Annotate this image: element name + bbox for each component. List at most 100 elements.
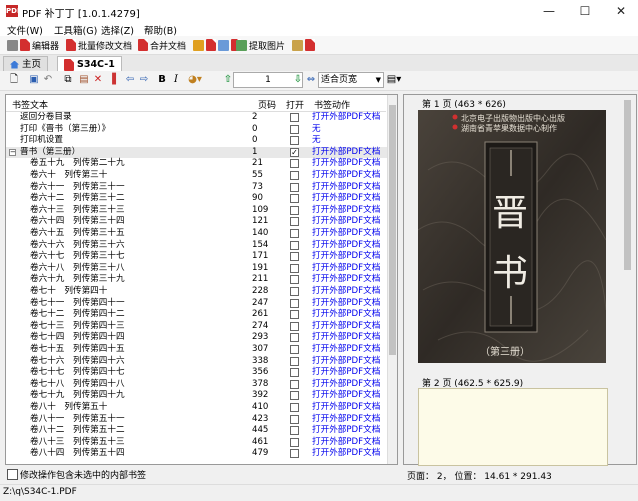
arrow-down-icon[interactable]: ⇩: [292, 73, 304, 86]
vertical-scrollbar[interactable]: [387, 95, 397, 464]
bookmark-page[interactable]: 261: [252, 309, 268, 321]
bookmark-page[interactable]: 293: [252, 332, 268, 344]
bookmark-action[interactable]: 打开外部PDF文档: [312, 379, 380, 391]
maximize-icon[interactable]: ☐: [568, 0, 602, 22]
bookmark-open-checkbox[interactable]: [290, 217, 299, 227]
bookmark-page[interactable]: 73: [252, 182, 263, 194]
bookmark-text[interactable]: 卷八十四 列传第五十四: [30, 448, 125, 460]
zoom-select[interactable]: 适合页宽 ▼: [318, 72, 384, 88]
bookmark-page[interactable]: 445: [252, 425, 268, 437]
bookmark-open-checkbox[interactable]: ✓: [290, 147, 299, 157]
bookmark-action[interactable]: 打开外部PDF文档: [312, 182, 380, 194]
bookmark-open-checkbox[interactable]: [290, 205, 299, 215]
bookmark-open-checkbox[interactable]: [290, 403, 299, 412]
bookmark-row[interactable]: 卷七十五 列传第四十五 307 打开外部PDF文档: [6, 344, 388, 356]
minimize-icon[interactable]: —: [532, 0, 566, 22]
bookmark-text[interactable]: 卷七十八 列传第四十八: [30, 379, 125, 391]
bookmark-text[interactable]: 卷八十三 列传第五十三: [30, 437, 125, 449]
arrow-left-icon[interactable]: ⇦: [124, 73, 136, 86]
bookmark-row[interactable]: 卷八十四 列传第五十四 479 打开外部PDF文档: [6, 448, 388, 460]
bookmark-page[interactable]: 392: [252, 390, 268, 402]
bookmark-action[interactable]: 打开外部PDF文档: [312, 298, 380, 310]
bookmark-row[interactable]: 打印机设置 0 无: [6, 135, 388, 147]
bookmark-open-checkbox[interactable]: [290, 287, 299, 296]
tab-home[interactable]: 主页: [3, 56, 49, 72]
bookmark-text[interactable]: 卷七十 列传第四十: [30, 286, 107, 298]
bookmark-page[interactable]: 1: [252, 147, 257, 159]
new-document-icon[interactable]: 🗋: [8, 73, 20, 86]
bookmark-open-checkbox[interactable]: [290, 263, 299, 273]
bookmark-open-checkbox[interactable]: [290, 368, 299, 378]
copy-icon[interactable]: ⧉: [62, 73, 74, 86]
bookmark-action[interactable]: 打开外部PDF文档: [312, 356, 380, 368]
bookmark-row[interactable]: 卷六十七 列传第三十七 171 打开外部PDF文档: [6, 251, 388, 263]
color-picker-icon[interactable]: ◕▾: [184, 73, 206, 86]
bookmark-row[interactable]: 卷六十八 列传第三十八 191 打开外部PDF文档: [6, 263, 388, 275]
bookmark-text[interactable]: 卷六十八 列传第三十八: [30, 263, 125, 275]
bookmark-open-checkbox[interactable]: [290, 345, 299, 354]
bookmark-text[interactable]: 打印机设置: [20, 135, 63, 147]
bookmark-text[interactable]: 卷七十四 列传第四十四: [30, 332, 125, 344]
bookmark-action[interactable]: 打开外部PDF文档: [312, 402, 380, 414]
bookmark-page[interactable]: 461: [252, 437, 268, 449]
bookmark-page[interactable]: 171: [252, 251, 268, 263]
bookmark-text[interactable]: 卷六十三 列传第三十三: [30, 205, 125, 217]
bookmark-row[interactable]: 卷六十六 列传第三十六 154 打开外部PDF文档: [6, 240, 388, 252]
bookmark-action[interactable]: 打开外部PDF文档: [312, 216, 380, 228]
editor-button[interactable]: 编辑器: [7, 38, 59, 52]
bookmark-open-checkbox[interactable]: [290, 321, 299, 331]
bookmark-page[interactable]: 140: [252, 228, 268, 240]
delete-icon[interactable]: ✕: [92, 73, 104, 86]
pdf-icon[interactable]: [206, 39, 216, 51]
bookmark-open-checkbox[interactable]: [290, 194, 299, 204]
bookmark-page[interactable]: 90: [252, 193, 263, 205]
batch-modify-button[interactable]: 批量修改文档: [66, 38, 132, 52]
bookmark-row[interactable]: 卷六十四 列传第三十四 121 打开外部PDF文档: [6, 216, 388, 228]
paste-icon[interactable]: ▤: [78, 73, 90, 86]
bookmark-open-checkbox[interactable]: [290, 379, 299, 389]
bookmark-text[interactable]: 卷六十一 列传第三十一: [30, 182, 125, 194]
bookmark-page[interactable]: 247: [252, 298, 268, 310]
bookmark-text[interactable]: 打印《晋书（第三册）》: [20, 124, 110, 136]
bookmark-page[interactable]: 211: [252, 274, 268, 286]
bookmark-page[interactable]: 338: [252, 356, 268, 368]
bookmark-text[interactable]: 卷六十四 列传第三十四: [30, 216, 125, 228]
column-header-text[interactable]: 书签文本: [12, 98, 48, 111]
bookmark-text[interactable]: 卷五十九 列传第二十九: [30, 158, 125, 170]
bookmark-open-checkbox[interactable]: [290, 124, 299, 134]
extract-images-button[interactable]: 提取图片: [236, 38, 285, 52]
undo-icon[interactable]: ↶: [42, 73, 54, 86]
bookmark-open-checkbox[interactable]: [290, 159, 299, 169]
bookmark-text[interactable]: 卷七十五 列传第四十五: [30, 344, 125, 356]
bookmark-open-checkbox[interactable]: [290, 333, 299, 343]
bookmark-action[interactable]: 无: [312, 124, 321, 136]
bookmark-text[interactable]: 晋书（第三册）: [20, 147, 80, 159]
bookmark-text[interactable]: 卷六十七 列传第三十七: [30, 251, 125, 263]
bookmark-page[interactable]: 121: [252, 216, 268, 228]
bookmark-text[interactable]: 卷八十一 列传第五十一: [30, 414, 125, 426]
close-icon[interactable]: ✕: [604, 0, 638, 22]
bookmark-page[interactable]: 378: [252, 379, 268, 391]
column-header-action[interactable]: 书签动作: [314, 98, 350, 111]
bookmark-row[interactable]: − 晋书（第三册） 1 ✓ 打开外部PDF文档: [6, 146, 388, 159]
merge-button[interactable]: 合并文档: [138, 38, 186, 52]
bookmark-row[interactable]: 打印《晋书（第三册）》 0 无: [6, 124, 388, 136]
bookmark-open-checkbox[interactable]: [290, 229, 299, 238]
bookmark-row[interactable]: 卷五十九 列传第二十九 21 打开外部PDF文档: [6, 158, 388, 170]
fit-width-icon[interactable]: ⇔: [305, 73, 317, 86]
bookmark-text[interactable]: 卷七十一 列传第四十一: [30, 298, 125, 310]
bookmark-text[interactable]: 卷六十九 列传第三十九: [30, 274, 125, 286]
bookmark-action[interactable]: 打开外部PDF文档: [312, 344, 380, 356]
bookmark-row[interactable]: 卷七十二 列传第四十二 261 打开外部PDF文档: [6, 309, 388, 321]
bookmark-open-checkbox[interactable]: [290, 275, 299, 285]
bookmark-text[interactable]: 卷七十六 列传第四十六: [30, 356, 125, 368]
tab-document[interactable]: S34C-1: [57, 56, 122, 72]
tool-icon[interactable]: [193, 39, 204, 51]
pdf-icon[interactable]: [305, 39, 315, 51]
italic-icon[interactable]: I: [170, 73, 182, 86]
page2-preview[interactable]: [418, 388, 608, 466]
bookmark-text[interactable]: 卷七十九 列传第四十九: [30, 390, 125, 402]
page1-cover[interactable]: 北京电子出版物出版中心出版 湖南省青苹果数据中心制作 晋 书 （第三册）: [418, 110, 606, 363]
bookmark-action[interactable]: 无: [312, 135, 321, 147]
include-unselected-checkbox[interactable]: [7, 469, 18, 480]
